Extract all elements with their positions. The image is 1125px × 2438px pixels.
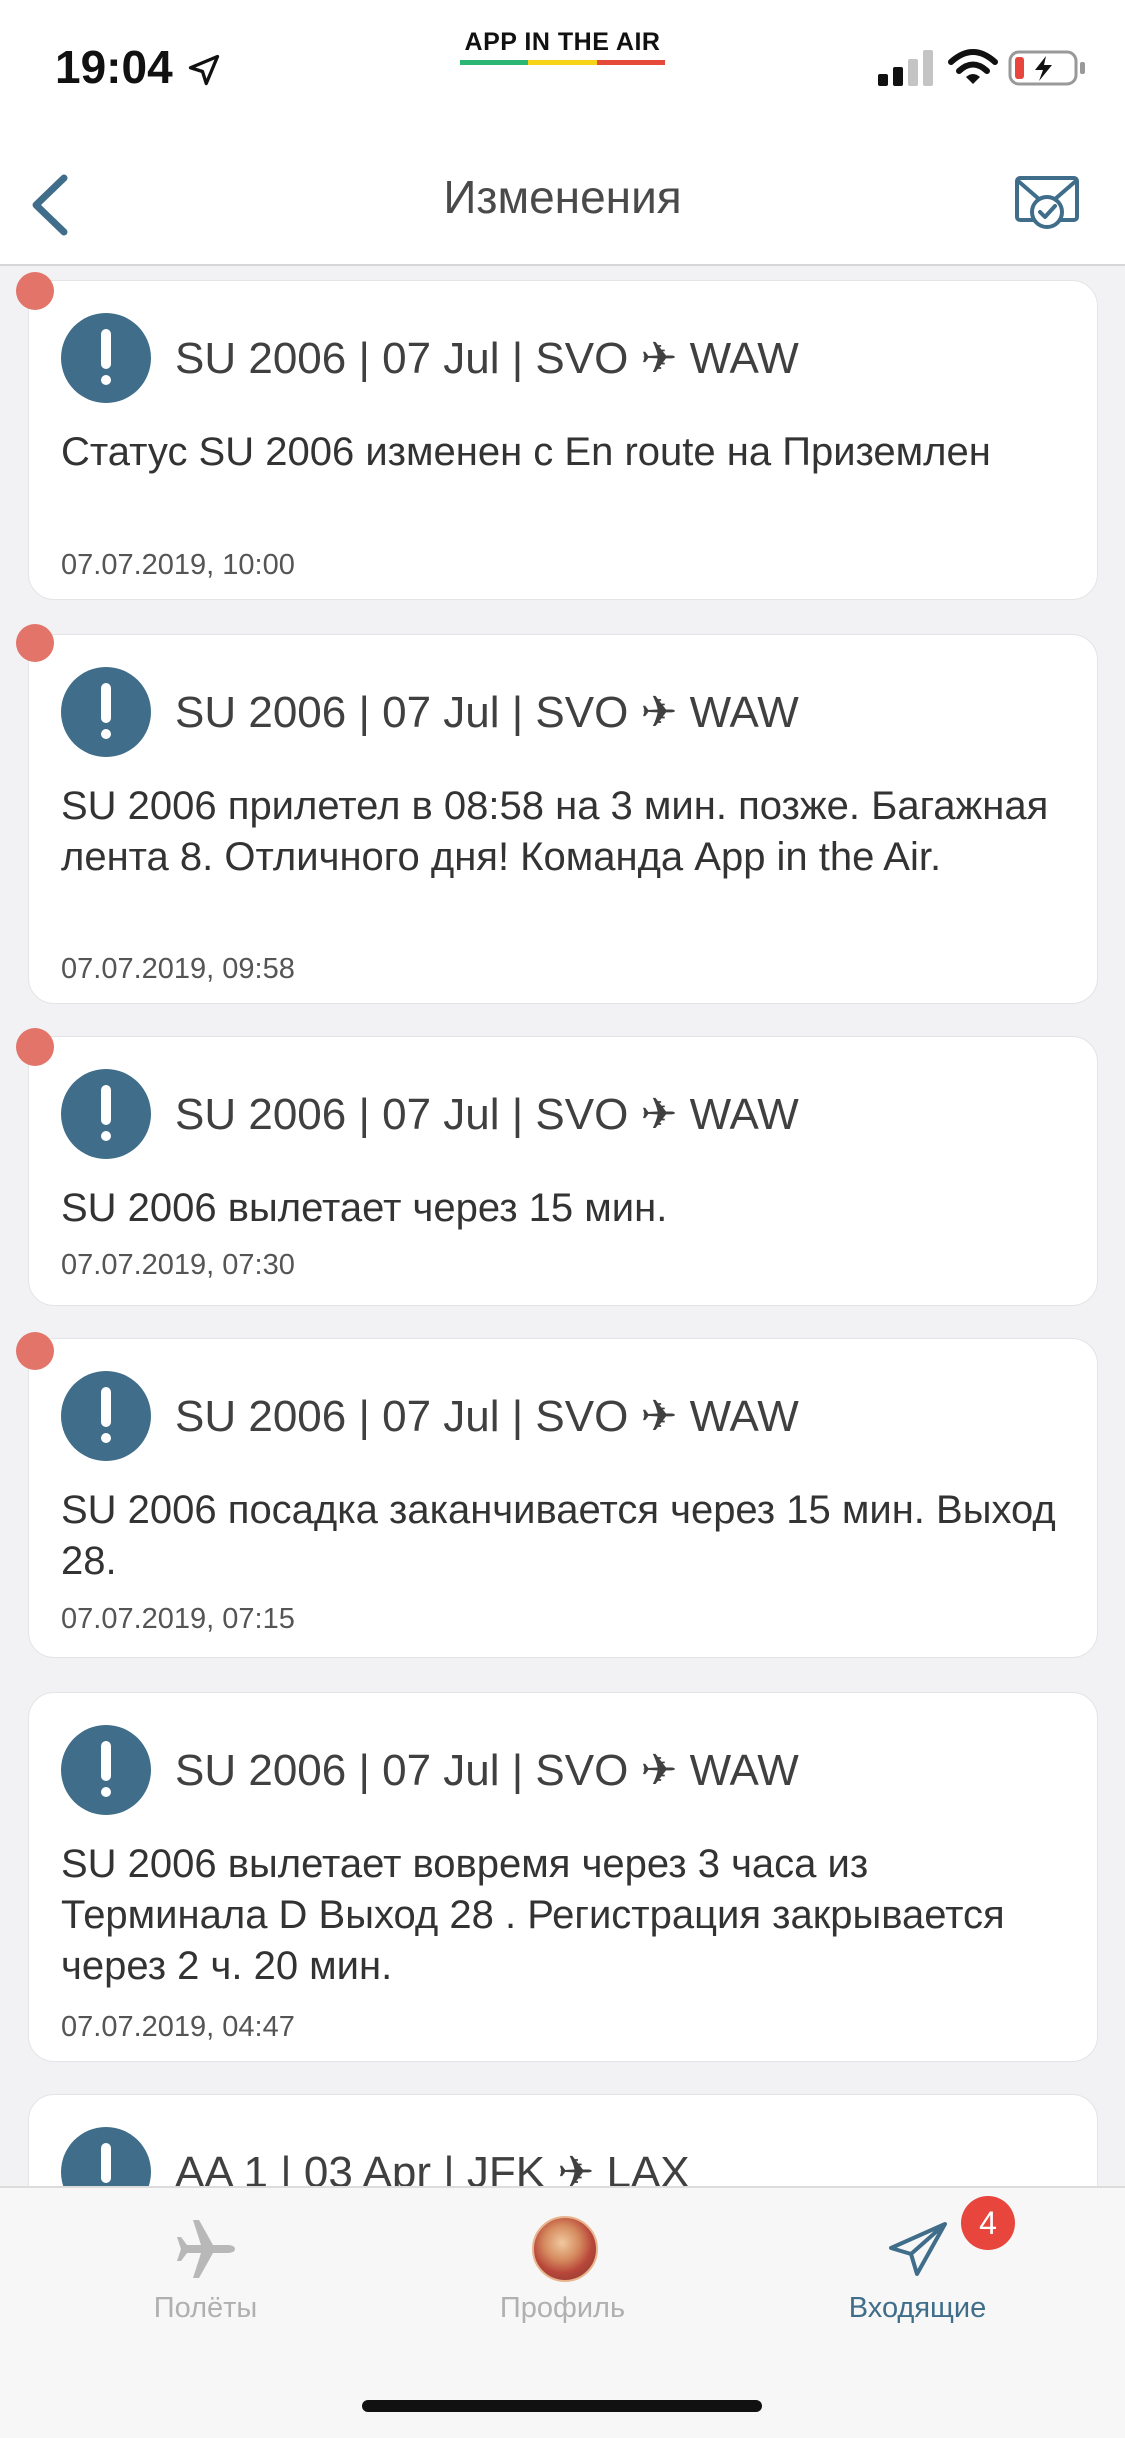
unread-dot	[16, 272, 54, 310]
avatar	[532, 2216, 598, 2282]
notification-card[interactable]: SU 2006 | 07 Jul | SVO ✈ WAW SU 2006 пос…	[28, 1338, 1098, 1658]
notification-body: SU 2006 посадка заканчивается через 15 м…	[61, 1488, 1056, 1583]
notification-body: SU 2006 вылетает вовремя через 3 часа из…	[61, 1842, 1005, 1988]
notification-time: 07.07.2019, 07:15	[61, 1603, 295, 1635]
alert-icon	[61, 2127, 151, 2186]
unread-count-badge: 4	[961, 2196, 1015, 2250]
nav-header: Изменения	[0, 140, 1125, 266]
alert-icon	[61, 667, 151, 757]
cellular-signal-icon	[878, 50, 933, 86]
notification-body: SU 2006 вылетает через 15 мин.	[61, 1186, 668, 1230]
unread-dot	[16, 1028, 54, 1066]
notification-card[interactable]: SU 2006 | 07 Jul | SVO ✈ WAW Статус SU 2…	[28, 280, 1098, 600]
tab-label: Профиль	[499, 2292, 626, 2324]
tab-label: Входящие	[848, 2292, 987, 2324]
airplane-icon	[177, 2220, 235, 2278]
notification-title: AA 1 | 03 Apr | JFK ✈ LAX	[175, 2148, 690, 2186]
notification-body: Статус SU 2006 изменен с En route на При…	[61, 430, 991, 474]
tab-flights[interactable]: Полёты	[18, 2188, 393, 2358]
status-bar: 19:04 APP IN THE AIR	[0, 0, 1125, 140]
location-arrow-icon	[188, 54, 220, 86]
tab-label: Полёты	[153, 2292, 258, 2324]
notification-time: 07.07.2019, 10:00	[61, 549, 295, 581]
notification-card[interactable]: SU 2006 | 07 Jul | SVO ✈ WAW SU 2006 при…	[28, 634, 1098, 1004]
tab-inbox[interactable]: 4 Входящие	[730, 2188, 1105, 2358]
mail-check-icon[interactable]	[1013, 166, 1083, 236]
notification-title: SU 2006 | 07 Jul | SVO ✈ WAW	[175, 334, 799, 383]
alert-icon	[61, 1725, 151, 1815]
carrier-brand-bar	[460, 60, 665, 65]
notification-card[interactable]: SU 2006 | 07 Jul | SVO ✈ WAW SU 2006 выл…	[28, 1692, 1098, 2062]
carrier-brand: APP IN THE AIR	[464, 28, 661, 56]
notification-time: 07.07.2019, 04:47	[61, 2011, 295, 2043]
notification-title: SU 2006 | 07 Jul | SVO ✈ WAW	[175, 1090, 799, 1139]
alert-icon	[61, 1069, 151, 1159]
unread-dot	[16, 1332, 54, 1370]
unread-dot	[16, 624, 54, 662]
wifi-icon	[948, 49, 998, 84]
alert-icon	[61, 1371, 151, 1461]
notification-title: SU 2006 | 07 Jul | SVO ✈ WAW	[175, 1746, 799, 1795]
notification-time: 07.07.2019, 09:58	[61, 953, 295, 985]
tab-profile[interactable]: Профиль	[375, 2188, 750, 2358]
paper-plane-icon	[889, 2222, 947, 2276]
notification-title: SU 2006 | 07 Jul | SVO ✈ WAW	[175, 1392, 799, 1441]
battery-icon	[1008, 50, 1085, 86]
notification-card[interactable]: SU 2006 | 07 Jul | SVO ✈ WAW SU 2006 выл…	[28, 1036, 1098, 1306]
status-time: 19:04	[55, 41, 173, 93]
alert-icon	[61, 313, 151, 403]
notification-title: SU 2006 | 07 Jul | SVO ✈ WAW	[175, 688, 799, 737]
page-title: Изменения	[443, 171, 682, 223]
notification-card[interactable]: AA 1 | 03 Apr | JFK ✈ LAX	[28, 2094, 1098, 2186]
home-indicator[interactable]	[362, 2400, 762, 2412]
notification-body: SU 2006 прилетел в 08:58 на 3 мин. позже…	[61, 784, 1049, 879]
notification-list[interactable]: SU 2006 | 07 Jul | SVO ✈ WAW Статус SU 2…	[0, 266, 1125, 2186]
tab-bar: Полёты Профиль 4 Входящие	[0, 2186, 1125, 2438]
notification-time: 07.07.2019, 07:30	[61, 1249, 295, 1281]
